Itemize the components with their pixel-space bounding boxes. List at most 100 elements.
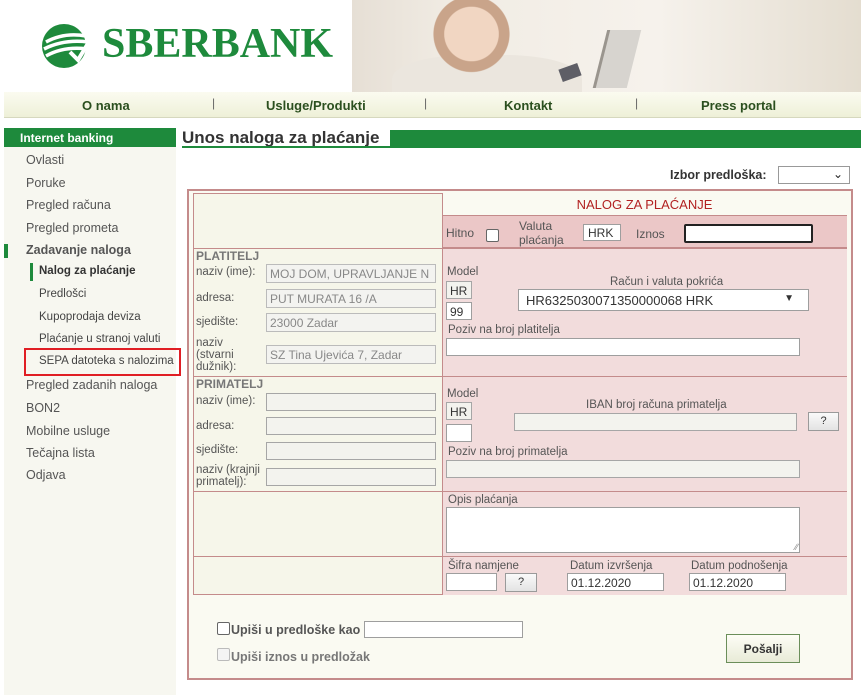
- valuta-label-2: plaćanja: [519, 233, 564, 247]
- poziv-primatelja-label: Poziv na broj primatelja: [448, 446, 568, 458]
- iban-label: IBAN broj računa primatelja: [586, 399, 727, 411]
- divider: [193, 556, 847, 557]
- title-underline: [182, 146, 861, 148]
- sidebar-item-pregled-racuna[interactable]: Pregled računa: [26, 198, 111, 212]
- sidebar-sub-nalog-za-placanje[interactable]: Nalog za plaćanje: [39, 265, 136, 277]
- datum-podnosenja-label: Datum podnošenja: [691, 560, 788, 572]
- resize-handle-icon[interactable]: ∕∕: [795, 542, 798, 552]
- platitelj-adresa-label: adresa:: [196, 292, 235, 304]
- primatelj-naziv-input[interactable]: [266, 393, 436, 411]
- nav-kontakt[interactable]: Kontakt: [504, 98, 552, 113]
- sidebar-item-ovlasti[interactable]: Ovlasti: [26, 153, 64, 167]
- primatelj-krajnji-input[interactable]: [266, 468, 436, 486]
- divider: [193, 376, 847, 377]
- racun-value: HR6325030071350000068 HRK: [526, 293, 714, 308]
- divider: [193, 248, 847, 249]
- primatelj-krajnji-label: naziv (krajnji primatelj):: [196, 464, 260, 488]
- poziv-platitelja-input[interactable]: [446, 338, 800, 356]
- racun-label: Račun i valuta pokrića: [610, 276, 724, 288]
- divider: [442, 193, 443, 595]
- platitelj-naziv-label: naziv (ime):: [196, 266, 256, 278]
- top-nav: O nama | Usluge/Produkti | Kontakt | Pre…: [4, 92, 861, 118]
- platitelj-sjediste-label: sjedište:: [196, 316, 239, 328]
- nav-usluge-produkti[interactable]: Usluge/Produkti: [266, 98, 366, 113]
- datum-izvrsenja-label: Datum izvršenja: [570, 560, 653, 572]
- iban-help-button[interactable]: ?: [808, 412, 839, 431]
- platitelj-heading: PLATITELJ: [196, 249, 260, 263]
- sidebar-item-poruke[interactable]: Poruke: [26, 176, 66, 190]
- poziv-primatelja-input[interactable]: [446, 460, 800, 478]
- sidebar-item-zadavanje-naloga[interactable]: Zadavanje naloga: [26, 243, 131, 257]
- platitelj-dluznik-label: naziv (stvarni dužnik):: [196, 337, 237, 373]
- sifra-help-button[interactable]: ?: [505, 573, 537, 592]
- primatelj-model-label: Model: [447, 388, 479, 400]
- nav-o-nama[interactable]: O nama: [82, 98, 130, 113]
- racun-select[interactable]: HR6325030071350000068 HRK ▼: [518, 289, 809, 311]
- valuta-label: Valuta: [519, 219, 553, 233]
- dropdown-arrow-icon: ▼: [784, 293, 794, 304]
- sidebar-item-tecajna-lista[interactable]: Tečajna lista: [26, 446, 95, 460]
- iznos-label: Iznos: [636, 227, 665, 241]
- primatelj-model-number[interactable]: [446, 424, 472, 442]
- sberbank-logo-icon[interactable]: [36, 22, 92, 70]
- sidebar-item-pregled-zadanih-naloga[interactable]: Pregled zadanih naloga: [26, 378, 157, 392]
- primatelj-sjediste-input[interactable]: [266, 442, 436, 460]
- sidebar-item-mobilne-usluge[interactable]: Mobilne usluge: [26, 424, 110, 438]
- opis-label: Opis plaćanja: [448, 494, 518, 506]
- nav-separator: |: [424, 96, 428, 110]
- platitelj-adresa-field[interactable]: PUT MURATA 16 /A: [266, 289, 436, 308]
- sifra-label: Šifra namjene: [448, 560, 519, 572]
- iznos-input[interactable]: [684, 224, 813, 243]
- save-template-checkbox[interactable]: [217, 622, 230, 635]
- sidebar-sub-placanje-strana-valuta[interactable]: Plaćanje u stranoj valuti: [39, 333, 160, 345]
- brand-name[interactable]: SBERBANK: [102, 20, 333, 68]
- nav-separator: |: [635, 96, 639, 110]
- template-select[interactable]: ⌄: [778, 166, 850, 184]
- platitelj-model-label: Model: [447, 266, 479, 278]
- platitelj-sjediste-field[interactable]: 23000 Zadar: [266, 313, 436, 332]
- primatelj-heading: PRIMATELJ: [196, 377, 264, 391]
- save-template-label: Upiši u predloške kao: [231, 623, 361, 637]
- send-button[interactable]: Pošalji: [726, 634, 800, 663]
- primatelj-adresa-label: adresa:: [196, 420, 235, 432]
- datum-izvrsenja-input[interactable]: 01.12.2020: [567, 573, 664, 591]
- hitno-checkbox[interactable]: [486, 229, 499, 242]
- platitelj-model-number[interactable]: 99: [446, 302, 472, 320]
- hero-image: [352, 0, 861, 93]
- sidebar-heading: Internet banking: [4, 128, 176, 147]
- sidebar-item-odjava[interactable]: Odjava: [26, 468, 66, 482]
- nav-press-portal[interactable]: Press portal: [701, 98, 776, 113]
- platitelj-model-hr[interactable]: HR: [446, 281, 472, 299]
- nav-separator: |: [212, 96, 216, 110]
- template-select-label: Izbor predloška:: [670, 168, 767, 182]
- divider: [193, 491, 847, 492]
- form-title: NALOG ZA PLAĆANJE: [576, 197, 713, 212]
- sidebar-item-bon2[interactable]: BON2: [26, 401, 60, 415]
- sidebar-sub-predlosci[interactable]: Predlošci: [39, 288, 86, 300]
- sidebar-sub-kupoprodaja-deviza[interactable]: Kupoprodaja deviza: [39, 311, 141, 323]
- active-item-marker: [30, 263, 33, 281]
- sepa-highlight-box: [24, 348, 181, 376]
- primatelj-adresa-input[interactable]: [266, 417, 436, 435]
- hitno-label: Hitno: [446, 226, 475, 240]
- primatelj-model-hr[interactable]: HR: [446, 402, 472, 420]
- primatelj-sjediste-label: sjedište:: [196, 444, 239, 456]
- title-bar: [390, 130, 861, 146]
- save-amount-checkbox[interactable]: [217, 648, 230, 661]
- valuta-field[interactable]: HRK: [583, 224, 621, 241]
- active-section-marker: [4, 244, 8, 258]
- sidebar-item-pregled-prometa[interactable]: Pregled prometa: [26, 221, 118, 235]
- platitelj-dluznik-field[interactable]: SZ Tina Ujevića 7, Zadar: [266, 345, 436, 364]
- datum-podnosenja-input[interactable]: 01.12.2020: [689, 573, 786, 591]
- poziv-platitelja-label: Poziv na broj platitelja: [448, 324, 560, 336]
- divider: [442, 215, 847, 216]
- page-title: Unos naloga za plaćanje: [182, 128, 380, 147]
- template-name-input[interactable]: [364, 621, 523, 638]
- save-amount-label: Upiši iznos u predložak: [231, 650, 370, 664]
- opis-textarea[interactable]: ∕∕: [446, 507, 800, 553]
- sifra-input[interactable]: [446, 573, 497, 591]
- platitelj-naziv-field[interactable]: MOJ DOM, UPRAVLJANJE N: [266, 264, 436, 283]
- iban-input[interactable]: [514, 413, 797, 431]
- chevron-down-icon: ⌄: [832, 167, 843, 181]
- primatelj-naziv-label: naziv (ime):: [196, 395, 256, 407]
